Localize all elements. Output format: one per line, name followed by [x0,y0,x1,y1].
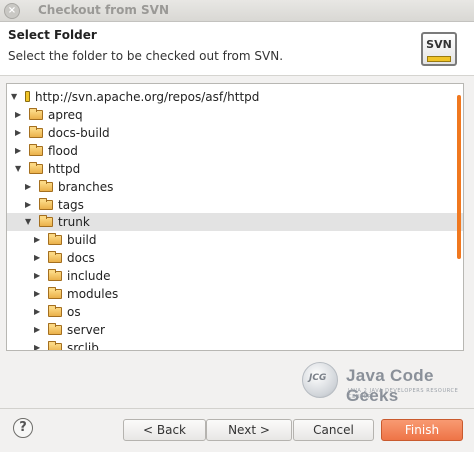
svn-logo-text: SVN [426,38,452,51]
tree-item-httpd[interactable]: ▼ httpd [7,160,463,178]
help-icon[interactable]: ? [13,418,33,438]
collapse-arrow-icon[interactable]: ▼ [25,213,35,231]
tree-item-apreq[interactable]: ▶ apreq [7,106,463,124]
expand-arrow-icon[interactable]: ▶ [25,196,35,214]
collapse-arrow-icon[interactable]: ▼ [15,160,25,178]
page-description: Select the folder to be checked out from… [8,49,284,63]
expand-arrow-icon[interactable]: ▶ [34,321,44,339]
folder-icon [29,143,43,156]
tree-item-label: srclib [67,340,99,351]
scrollbar-thumb[interactable] [457,95,461,259]
folder-icon [48,251,62,264]
expand-arrow-icon[interactable]: ▶ [34,267,44,285]
expand-arrow-icon[interactable]: ▶ [34,231,44,249]
java-code-geeks-watermark: JCG Java Code Geeks JAVA 2 JAVA DEVELOPE… [300,359,470,405]
repository-icon [25,91,30,102]
tree-item-tags[interactable]: ▶ tags [7,196,463,214]
tree-item-label: flood [48,143,78,158]
expand-arrow-icon[interactable]: ▶ [34,249,44,267]
window-title: Checkout from SVN [38,3,169,17]
svn-logo-bar [427,56,451,62]
next-button[interactable]: Next > [206,419,292,441]
close-icon[interactable]: × [4,3,20,19]
tree-item-label: modules [67,287,119,301]
folder-icon [29,108,43,120]
folder-icon [39,197,53,210]
folder-icon [29,125,43,138]
tree-root-label: http://svn.apache.org/repos/asf/httpd [35,90,260,104]
tree-item-label: httpd [48,161,81,176]
tree-scrollbar[interactable] [455,83,464,351]
tree-item-docs[interactable]: ▶ docs [7,249,463,267]
tree-item-branches[interactable]: ▶ branches [7,178,463,196]
tree-item-modules[interactable]: ▶ modules [7,285,463,303]
tree-item-label: tags [58,197,84,212]
tree-item-docs-build[interactable]: ▶ docs-build [7,124,463,142]
folder-icon [48,269,62,282]
expand-arrow-icon[interactable]: ▶ [15,142,25,160]
footer-separator [0,408,474,409]
expand-arrow-icon[interactable]: ▶ [25,178,35,196]
finish-button[interactable]: Finish [381,419,463,441]
cancel-button[interactable]: Cancel [293,419,374,441]
expand-arrow-icon[interactable]: ▼ [11,88,21,106]
tree-item-build[interactable]: ▶ build [7,231,463,249]
jcg-tagline: JAVA 2 JAVA DEVELOPERS RESOURCE CENTER [348,388,459,400]
tree-item-label: apreq [48,108,83,122]
expand-arrow-icon[interactable]: ▶ [15,106,25,124]
expand-arrow-icon[interactable]: ▶ [34,285,44,303]
jcg-logo-text: JCG [309,373,327,383]
folder-icon [48,340,62,350]
tree-item-label: build [67,233,97,248]
folder-icon [48,287,62,299]
tree-item-server[interactable]: ▶ server [7,321,463,339]
tree-item-include[interactable]: ▶ include [7,267,463,285]
jcg-name: Java Code Geeks [346,366,434,405]
title-bar: × Checkout from SVN [0,0,474,22]
tree-item-label: branches [58,179,114,194]
tree-item-label: include [67,269,111,284]
expand-arrow-icon[interactable]: ▶ [15,124,25,142]
folder-icon [48,233,62,246]
tree-item-label: docs-build [48,125,110,140]
back-button[interactable]: < Back [123,419,206,441]
tree-item-label: server [67,322,105,337]
folder-tree[interactable]: ▼ http://svn.apache.org/repos/asf/httpd … [6,83,464,351]
tree-item-os[interactable]: ▶ os [7,303,463,321]
tree-item-flood[interactable]: ▶ flood [7,142,463,160]
wizard-header: Select Folder Select the folder to be ch… [0,22,474,76]
tree-item-label: os [67,304,81,319]
folder-icon [48,304,62,317]
tree-item-label: trunk [58,215,90,230]
tree-item-srclib[interactable]: ▶ srclib [7,339,463,351]
expand-arrow-icon[interactable]: ▶ [34,303,44,321]
expand-arrow-icon[interactable]: ▶ [34,339,44,350]
tree-root-row[interactable]: ▼ http://svn.apache.org/repos/asf/httpd [7,88,463,106]
folder-icon [39,179,53,192]
folder-icon [39,215,53,228]
folder-icon [48,322,62,335]
tree-item-label: docs [67,251,95,266]
page-title: Select Folder [8,28,97,42]
folder-icon [29,161,43,174]
svn-logo-icon: SVN [421,32,457,66]
tree-item-trunk[interactable]: ▼ trunk [7,213,463,232]
